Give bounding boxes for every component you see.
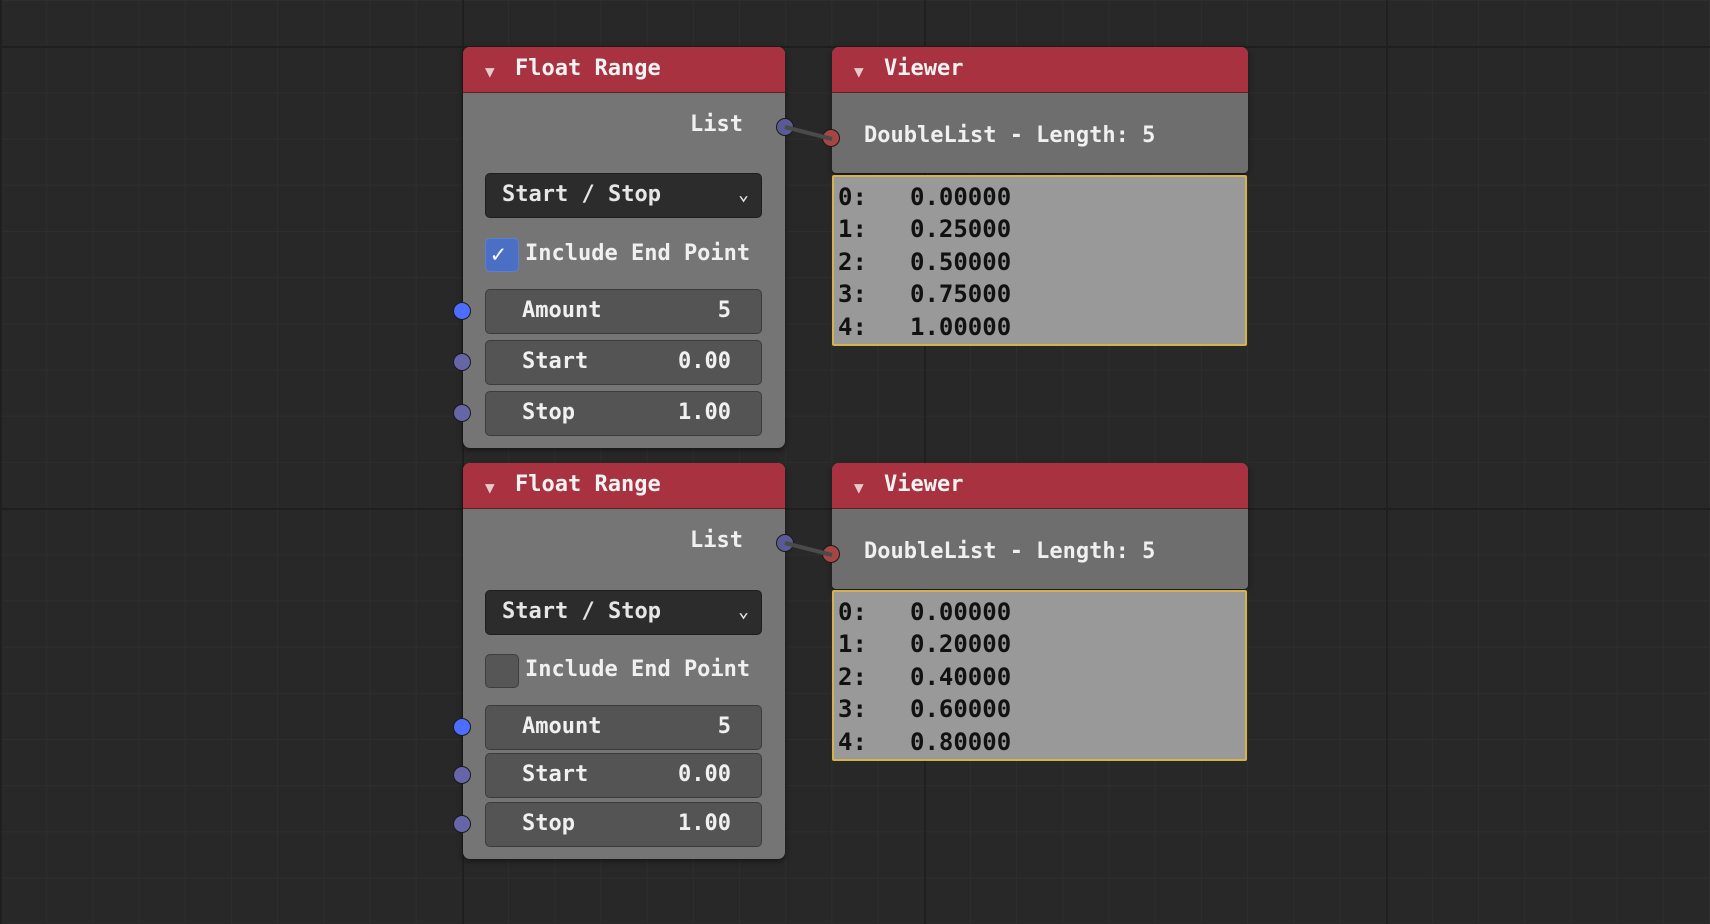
link-2[interactable]	[784, 541, 833, 557]
link-1[interactable]	[784, 125, 833, 141]
node-links	[784, 125, 833, 557]
